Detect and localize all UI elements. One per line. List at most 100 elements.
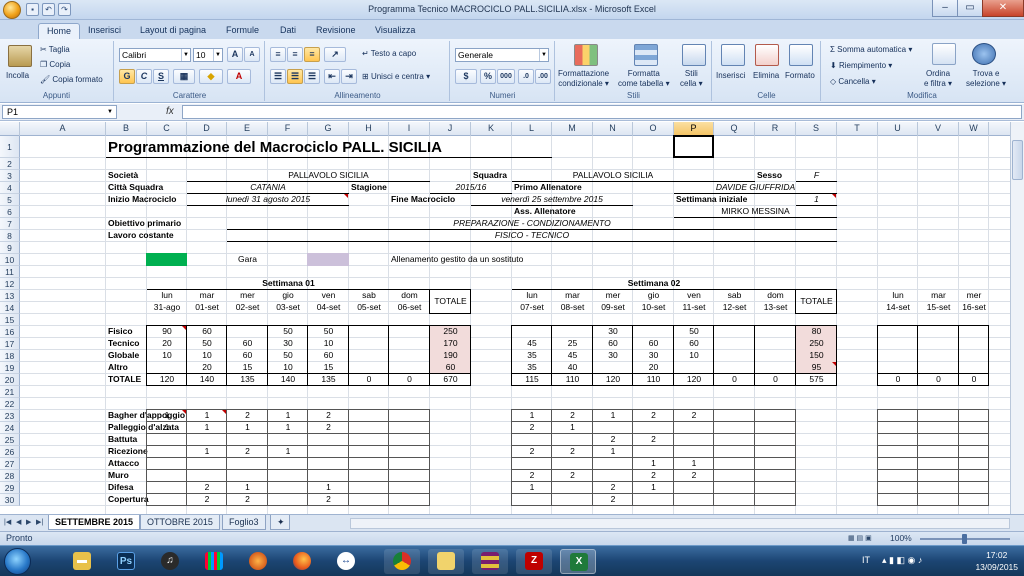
row-header[interactable]: 10 <box>0 254 20 266</box>
percent-icon[interactable]: % <box>480 69 496 84</box>
paste-button[interactable]: Incolla <box>6 71 29 80</box>
row-header[interactable]: 27 <box>0 458 20 470</box>
sheet-title[interactable]: Programmazione del Macrociclo PALL. SICI… <box>108 139 550 157</box>
align-top-icon[interactable]: ≡ <box>270 47 286 62</box>
week1-title[interactable]: Settimana 01 <box>149 278 428 289</box>
row-label-totale[interactable]: TOTALE <box>108 374 145 385</box>
row-header[interactable]: 9 <box>0 242 20 254</box>
label-ass-allenatore[interactable]: Ass. Allenatore <box>514 206 631 217</box>
column-header[interactable]: B <box>106 122 147 136</box>
tab-dati[interactable]: Dati <box>272 23 304 39</box>
day-date[interactable]: 03-set <box>270 302 306 313</box>
column-header[interactable]: W <box>959 122 989 136</box>
align-bottom-icon[interactable]: ≡ <box>304 47 320 62</box>
day-name[interactable]: lun <box>149 290 185 301</box>
value-lavoro[interactable]: FISICO - TECNICO <box>229 230 835 241</box>
skill-label[interactable]: Battuta <box>108 434 145 445</box>
tab-layout[interactable]: Layout di pagina <box>132 23 214 39</box>
day-date[interactable]: 02-set <box>229 302 266 313</box>
value-sesso[interactable]: F <box>798 170 835 181</box>
row-header[interactable]: 30 <box>0 494 20 506</box>
row-header[interactable]: 15 <box>0 314 20 326</box>
align-middle-icon[interactable]: ≡ <box>287 47 303 62</box>
label-fine[interactable]: Fine Macrociclo <box>391 194 469 205</box>
skill-label[interactable]: Palleggio d'alzata <box>108 422 179 433</box>
day-date[interactable]: 13-set <box>757 302 794 313</box>
maximize-icon[interactable]: ▭ <box>957 0 983 17</box>
last-sheet-icon[interactable]: ▶| <box>36 518 43 526</box>
fx-icon[interactable]: fx <box>166 106 174 117</box>
column-header[interactable]: T <box>837 122 878 136</box>
sheet-tab-ottobre[interactable]: OTTOBRE 2015 <box>140 515 220 530</box>
tab-inserisci[interactable]: Inserisci <box>80 23 129 39</box>
row-header[interactable]: 24 <box>0 422 20 434</box>
day-name[interactable]: ven <box>310 290 347 301</box>
comment-indicator-icon[interactable] <box>344 194 348 198</box>
row-header[interactable]: 16 <box>0 326 20 338</box>
language-indicator[interactable]: IT <box>862 555 870 565</box>
row-header[interactable]: 14 <box>0 302 20 314</box>
close-icon[interactable]: ✕ <box>982 0 1024 17</box>
vertical-scrollbar[interactable] <box>1010 122 1024 514</box>
row-header[interactable]: 28 <box>0 470 20 482</box>
day-date[interactable]: 04-set <box>310 302 347 313</box>
column-header[interactable]: F <box>268 122 308 136</box>
column-header[interactable]: M <box>552 122 593 136</box>
delete-cells-button[interactable]: Elimina <box>753 71 779 80</box>
label-inizio[interactable]: Inizio Macrociclo <box>108 194 177 205</box>
italic-button[interactable]: C <box>136 69 152 84</box>
row-header[interactable]: 6 <box>0 206 20 218</box>
value-stagione[interactable]: 2015/16 <box>432 182 510 193</box>
taskbar-folder[interactable] <box>428 549 464 574</box>
increase-decimal-icon[interactable]: .0 <box>518 69 534 84</box>
tab-visualizza[interactable]: Visualizza <box>367 23 423 39</box>
thousands-icon[interactable]: 000 <box>497 69 515 84</box>
find-select-button[interactable]: Trova e selezione ▾ <box>966 69 1006 89</box>
column-header[interactable]: I <box>389 122 430 136</box>
taskbar-teamviewer[interactable]: ↔ <box>328 549 364 574</box>
day-date[interactable]: 12-set <box>716 302 753 313</box>
align-left-icon[interactable]: ☰ <box>270 69 286 84</box>
fill-color-icon[interactable]: ◆ <box>199 69 223 84</box>
day-name[interactable]: sab <box>716 290 753 301</box>
autosum-button[interactable]: Σ Somma automatica ▾ <box>830 45 912 54</box>
fill-button[interactable]: ⬇ Riempimento ▾ <box>830 61 892 70</box>
skill-label[interactable]: Muro <box>108 470 145 481</box>
value-obiettivo[interactable]: PREPARAZIONE - CONDIZIONAMENTO <box>229 218 835 229</box>
zoom-level[interactable]: 100% <box>890 533 912 543</box>
paste-icon[interactable] <box>8 45 32 67</box>
comment-indicator-icon[interactable] <box>832 194 836 198</box>
increase-indent-icon[interactable]: ⇥ <box>341 69 357 84</box>
value-primo-allenatore[interactable]: DAVIDE GIUFFRIDA <box>676 182 835 193</box>
column-header[interactable]: C <box>147 122 187 136</box>
new-sheet-icon[interactable]: ✦ <box>270 515 290 530</box>
minimize-icon[interactable]: – <box>932 0 958 17</box>
value-societa[interactable]: PALLAVOLO SICILIA <box>270 170 387 181</box>
day-name[interactable]: gio <box>635 290 672 301</box>
value-ass-allenatore[interactable]: MIRKO MESSINA <box>676 206 835 217</box>
value-citta[interactable]: CATANIA <box>189 182 347 193</box>
next-sheet-icon[interactable]: ▶ <box>26 518 31 526</box>
day-date[interactable]: 14-set <box>880 302 916 313</box>
skill-label[interactable]: Bagher d'appoggio <box>108 410 185 421</box>
cut-button[interactable]: ✂ Taglia <box>40 45 70 54</box>
format-table-button[interactable]: Formatta come tabella ▾ <box>618 69 670 89</box>
column-header[interactable]: O <box>633 122 674 136</box>
column-header[interactable]: J <box>430 122 471 136</box>
day-date[interactable]: 07-set <box>514 302 550 313</box>
tab-home[interactable]: Home <box>38 23 81 39</box>
row-header[interactable]: 11 <box>0 266 20 278</box>
column-header[interactable]: P <box>674 122 714 136</box>
column-header[interactable]: A <box>20 122 106 136</box>
column-header[interactable]: Q <box>714 122 755 136</box>
taskbar-photoshop[interactable]: Ps <box>108 549 144 574</box>
row-header[interactable]: 5 <box>0 194 20 206</box>
formula-input[interactable] <box>182 105 1022 119</box>
sheet-tab-settembre[interactable]: SETTEMBRE 2015 <box>48 515 141 530</box>
label-sesso[interactable]: Sesso <box>757 170 794 181</box>
legend-gara[interactable]: Gara <box>229 254 266 265</box>
font-color-icon[interactable]: A <box>227 69 251 84</box>
first-sheet-icon[interactable]: |◀ <box>4 518 11 526</box>
decrease-indent-icon[interactable]: ⇤ <box>324 69 340 84</box>
row-header[interactable]: 19 <box>0 362 20 374</box>
